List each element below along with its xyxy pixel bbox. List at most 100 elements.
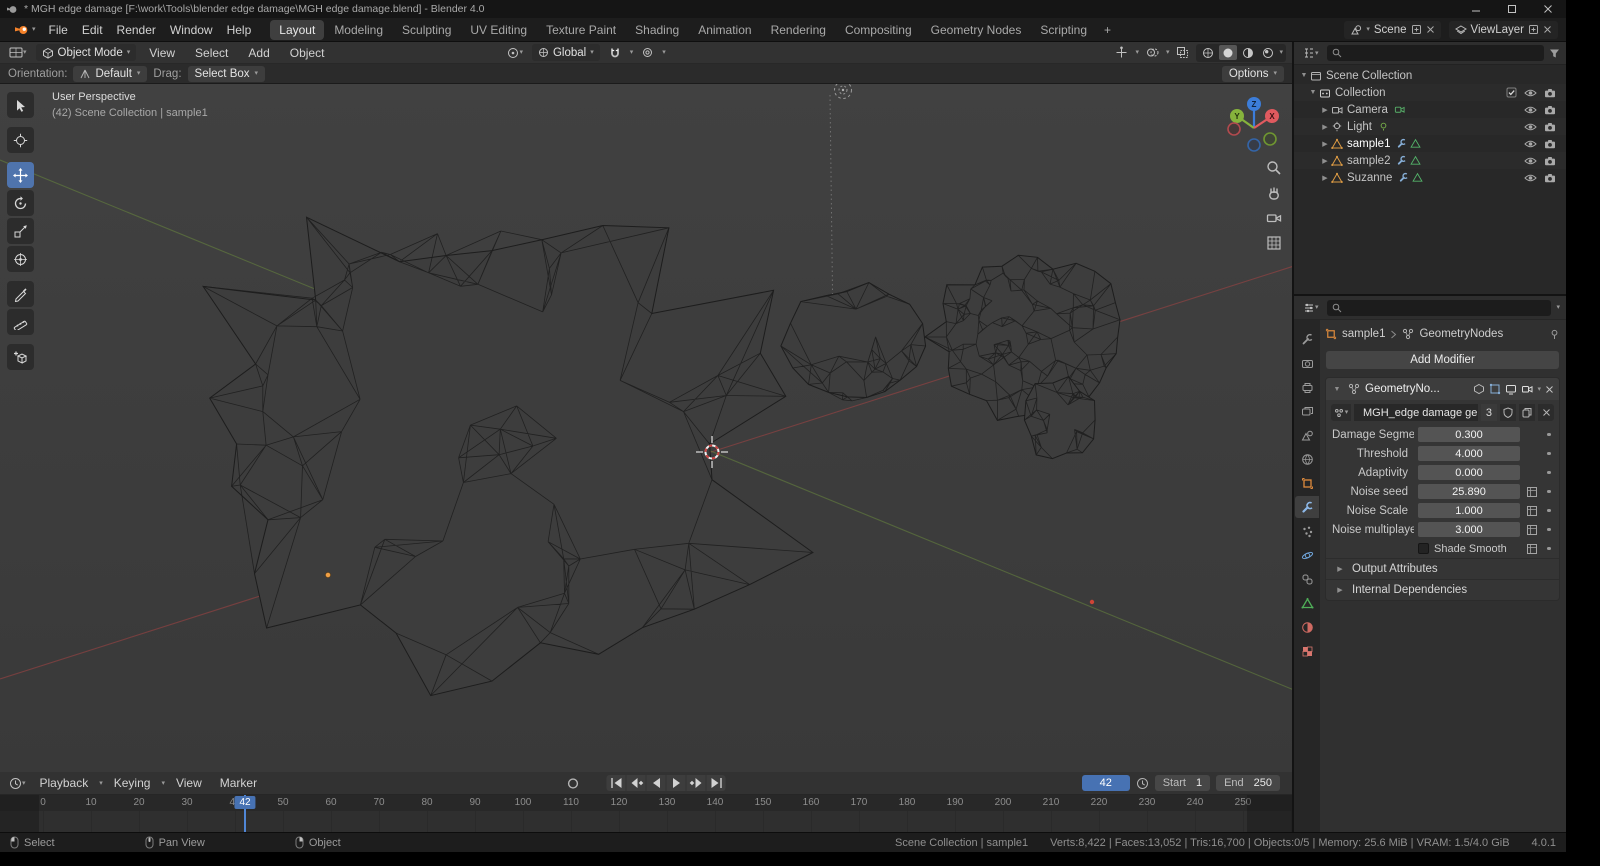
- workspace-tab-sculpting[interactable]: Sculpting: [393, 20, 460, 40]
- orientation-dropdown[interactable]: Global ▾: [531, 44, 600, 61]
- outliner-row-scene-collection[interactable]: ▼ Scene Collection: [1294, 67, 1566, 84]
- show-overlays-button[interactable]: [1143, 44, 1162, 61]
- outliner-row-sample2[interactable]: ▶ sample2: [1294, 152, 1566, 169]
- properties-tab-render[interactable]: [1295, 352, 1319, 374]
- disclosure-icon[interactable]: ▼: [1307, 89, 1319, 96]
- outliner-row-light[interactable]: ▶ Light: [1294, 118, 1566, 135]
- navigation-gizmo[interactable]: Z Y X: [1218, 92, 1290, 164]
- properties-tab-output[interactable]: [1295, 376, 1319, 398]
- disable-in-renders-icon[interactable]: [1544, 156, 1556, 166]
- current-frame-field[interactable]: 42: [1081, 775, 1130, 791]
- camera-view-icon[interactable]: [1266, 210, 1282, 226]
- animate-decorator[interactable]: [1544, 433, 1554, 437]
- properties-tab-tool[interactable]: [1295, 328, 1319, 350]
- disclosure-icon[interactable]: ▶: [1319, 123, 1331, 131]
- disclosure-icon[interactable]: ▼: [1298, 72, 1310, 79]
- menu-edit[interactable]: Edit: [75, 21, 110, 39]
- outliner-editor-type-button[interactable]: ▾: [1300, 45, 1322, 62]
- animate-decorator[interactable]: [1544, 528, 1554, 532]
- tool-select-box[interactable]: [7, 92, 34, 118]
- outliner-search-input[interactable]: [1326, 45, 1544, 61]
- menu-render[interactable]: Render: [110, 21, 163, 39]
- viewport-canvas[interactable]: User Perspective (42) Scene Collection |…: [0, 84, 1292, 772]
- mode-dropdown[interactable]: Object Mode ▾: [35, 44, 137, 61]
- field-value[interactable]: 0.000: [1418, 465, 1520, 480]
- field-value[interactable]: 0.300: [1418, 427, 1520, 442]
- input-attribute-toggle[interactable]: [1524, 484, 1540, 499]
- add-workspace-button[interactable]: +: [1097, 21, 1118, 39]
- add-modifier-button[interactable]: Add Modifier: [1326, 351, 1559, 369]
- disclosure-icon[interactable]: ▶: [1319, 106, 1331, 114]
- display-realtime-toggle[interactable]: [1505, 383, 1517, 395]
- timeline-track[interactable]: [0, 811, 1292, 832]
- properties-search-input[interactable]: [1326, 299, 1552, 316]
- animate-decorator[interactable]: [1544, 490, 1554, 494]
- animate-decorator[interactable]: [1544, 547, 1554, 551]
- disable-in-renders-icon[interactable]: [1544, 173, 1556, 183]
- previous-keyframe-button[interactable]: [626, 775, 646, 791]
- user-count-badge[interactable]: 3: [1480, 404, 1497, 421]
- delete-modifier-button[interactable]: [1545, 385, 1554, 394]
- viewlayer-selector[interactable]: ViewLayer: [1448, 20, 1558, 39]
- tool-add-cube[interactable]: [7, 344, 34, 370]
- modifier-extras-button[interactable]: ▾: [1537, 386, 1541, 393]
- section-output-attributes[interactable]: ▶ Output Attributes: [1326, 558, 1559, 579]
- next-keyframe-button[interactable]: [686, 775, 706, 791]
- node-group-field[interactable]: MGH_edge damage gener...: [1354, 404, 1478, 421]
- unlink-node-group-button[interactable]: [1538, 404, 1554, 421]
- snap-toggle[interactable]: [606, 44, 624, 61]
- animate-decorator[interactable]: [1544, 452, 1554, 456]
- properties-tab-constraints[interactable]: [1295, 568, 1319, 590]
- workspace-tab-texture-paint[interactable]: Texture Paint: [537, 20, 625, 40]
- frame-start-field[interactable]: Start 1: [1154, 775, 1211, 791]
- hide-in-viewport-icon[interactable]: [1524, 173, 1537, 183]
- pin-id-button[interactable]: [1549, 329, 1560, 340]
- tool-scale[interactable]: [7, 218, 34, 244]
- properties-tab-physics[interactable]: [1295, 544, 1319, 566]
- panel-expand-icon[interactable]: ▼: [1331, 386, 1343, 393]
- jump-to-end-button[interactable]: [706, 775, 726, 791]
- hide-in-viewport-icon[interactable]: [1524, 105, 1537, 115]
- duplicate-node-group-button[interactable]: [1519, 404, 1535, 421]
- outliner-row-collection[interactable]: ▼ Collection: [1294, 84, 1566, 101]
- workspace-tab-uv-editing[interactable]: UV Editing: [461, 20, 536, 40]
- input-attribute-toggle[interactable]: [1524, 541, 1540, 556]
- field-value[interactable]: 1.000: [1418, 503, 1520, 518]
- maximize-button[interactable]: [1494, 0, 1530, 18]
- outliner-row-camera[interactable]: ▶ Camera: [1294, 101, 1566, 118]
- properties-tab-scene[interactable]: [1295, 424, 1319, 446]
- close-button[interactable]: [1530, 0, 1566, 18]
- scene-selector[interactable]: ▾ Scene: [1344, 20, 1441, 39]
- modifier-name[interactable]: GeometryNo...: [1365, 383, 1440, 395]
- shade-smooth-checkbox[interactable]: [1418, 543, 1429, 554]
- disclosure-icon[interactable]: ▶: [1319, 140, 1331, 148]
- tool-cursor[interactable]: [7, 127, 34, 153]
- properties-tab-object-data[interactable]: [1295, 592, 1319, 614]
- workspace-tab-shading[interactable]: Shading: [626, 20, 688, 40]
- minimize-button[interactable]: [1458, 0, 1494, 18]
- display-editmode-toggle[interactable]: [1489, 383, 1501, 395]
- disable-in-renders-icon[interactable]: [1544, 122, 1556, 132]
- tool-drag-dropdown[interactable]: Select Box ▾: [187, 65, 266, 82]
- timeline-ruler[interactable]: 0 10 20 30 40 50 60 70 80 90 100 110 120…: [0, 795, 1292, 811]
- proportional-editing-toggle[interactable]: [639, 44, 656, 61]
- display-render-toggle[interactable]: [1521, 383, 1533, 395]
- breadcrumb-modifier[interactable]: GeometryNodes: [1419, 328, 1503, 340]
- hide-in-viewport-icon[interactable]: [1524, 122, 1537, 132]
- shading-solid-icon[interactable]: [1219, 45, 1238, 60]
- play-reverse-button[interactable]: [646, 775, 666, 791]
- workspace-tab-geometry-nodes[interactable]: Geometry Nodes: [922, 20, 1031, 40]
- play-button[interactable]: [666, 775, 686, 791]
- display-on-cage-toggle[interactable]: [1473, 383, 1485, 395]
- sync-clock-icon[interactable]: [1136, 777, 1149, 790]
- timeline-menu-marker[interactable]: Marker: [213, 774, 264, 792]
- shading-dropdown[interactable]: ▾: [1279, 49, 1283, 56]
- browse-node-group-button[interactable]: ▾: [1331, 404, 1351, 421]
- shading-wireframe-icon[interactable]: [1199, 45, 1217, 60]
- viewport-menu-add[interactable]: Add: [241, 44, 276, 62]
- properties-editor-type-button[interactable]: ▾: [1300, 299, 1322, 316]
- outliner-filter-button[interactable]: [1549, 48, 1560, 59]
- menu-file[interactable]: File: [42, 21, 75, 39]
- timeline-body[interactable]: 0 10 20 30 40 50 60 70 80 90 100 110 120…: [0, 795, 1292, 832]
- tool-move[interactable]: [7, 162, 34, 188]
